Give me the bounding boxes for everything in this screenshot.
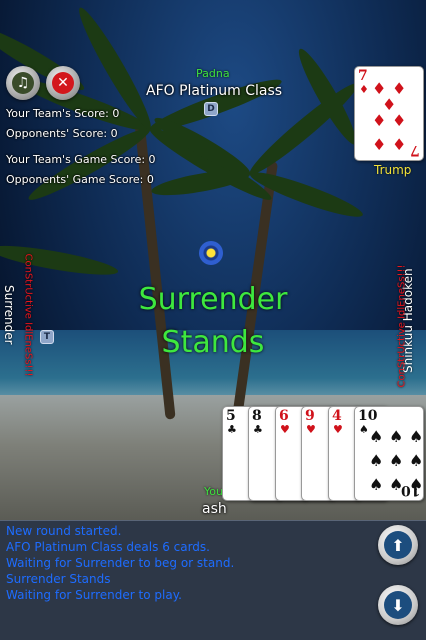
log-line: Waiting for Surrender to beg or stand. [6,556,235,570]
card-suit: ♦ [359,83,369,96]
card-suit: ♣ [253,423,263,436]
card-rank-bottom: 7 [410,142,420,158]
log-line: New round started. [6,524,122,538]
suit-pip: ♠ [369,475,384,494]
dealer-badge: D [204,102,218,116]
center-status-line1: Surrender [138,282,288,317]
card-suit: ♥ [280,423,290,436]
message-log: New round started. AFO Platinum Class de… [0,520,426,640]
card-rank: 7 [358,68,368,84]
close-button[interactable]: ✕ [46,66,80,100]
team-badge: T [40,330,54,344]
card-rank: 10 [358,408,378,424]
arrow-up-icon: ⬆ [384,531,412,559]
left-player-status: ConStrUctive IdlEneSs!!! [22,253,34,377]
right-player-status: ConStrUctive IdlEneSs!!! [396,264,408,388]
suit-pip: ♠ [409,427,424,446]
card-rank-bottom: 10 [400,482,420,498]
card-rank: 9 [305,408,315,424]
suit-pip: ♠ [409,451,424,470]
trump-label: Trump [374,163,412,177]
suit-pip: ♠ [369,451,384,470]
bottom-player-name: ash [202,501,227,517]
card-suit: ♥ [333,423,343,436]
diamond-pip: ♦ [372,135,387,154]
opponents-score: Opponents' Score: 0 [6,127,118,140]
card-rank: 6 [279,408,289,424]
log-line: Surrender Stands [6,572,111,586]
log-line: AFO Platinum Class deals 6 cards. [6,540,210,554]
music-button[interactable]: ♫ [6,66,40,100]
hand-card[interactable]: 10 ♠ ♠ ♠ ♠ ♠ ♠ ♠ ♠ ♠ ♠ 10 [354,406,424,501]
diamond-pip: ♦ [372,111,387,130]
arrow-down-icon: ⬇ [384,591,412,619]
opponents-game-score: Opponents' Game Score: 0 [6,173,154,186]
card-rank: 8 [252,408,262,424]
suit-pip: ♠ [369,427,384,446]
team-game-score: Your Team's Game Score: 0 [6,153,156,166]
palm-frond [0,240,120,281]
trump-card: 7 ♦ ♦ ♦ ♦ ♦ ♦ ♦ ♦ 7 [354,66,424,161]
scroll-up-button[interactable]: ⬆ [378,525,418,565]
top-player-team: AFO Platinum Class [146,83,283,99]
card-suit: ♠ [359,423,369,436]
center-status-line2: Stands [161,325,265,360]
card-suit: ♥ [306,423,316,436]
card-suit: ♣ [227,423,237,436]
team-score: Your Team's Score: 0 [6,107,120,120]
top-player-name: Padna [196,67,230,80]
log-line: Waiting for Surrender to play. [6,588,182,602]
scroll-down-button[interactable]: ⬇ [378,585,418,625]
bottom-player-label: You [204,485,223,498]
diamond-pip: ♦ [392,135,407,154]
music-note-icon: ♫ [12,72,34,94]
card-rank: 4 [332,408,342,424]
palm-frond [149,165,252,201]
left-player-name: Surrender [2,285,16,345]
turn-indicator-icon [199,241,223,265]
card-rank: 5 [226,408,236,424]
close-icon: ✕ [52,72,74,94]
suit-pip: ♠ [389,451,404,470]
suit-pip: ♠ [389,427,404,446]
diamond-pip: ♦ [392,111,407,130]
